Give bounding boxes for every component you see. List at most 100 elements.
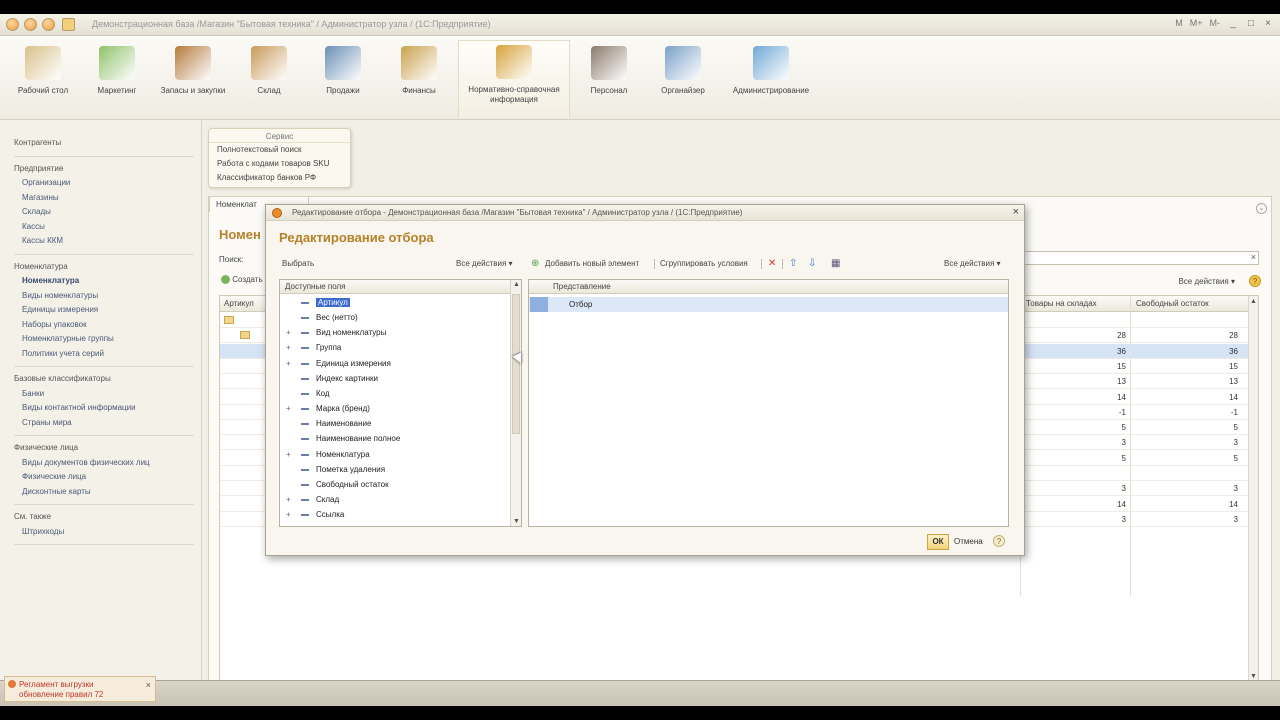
- nav-item[interactable]: Единицы измерения: [22, 305, 98, 314]
- dialog-close-icon[interactable]: ×: [1013, 206, 1019, 218]
- back-icon[interactable]: [6, 18, 19, 31]
- section-6[interactable]: Нормативно-справочная информация: [458, 40, 570, 118]
- memory-plus-button[interactable]: M+: [1190, 18, 1203, 28]
- service-item-sku-codes[interactable]: Работа с кодами товаров SKU: [209, 157, 350, 171]
- nav-item[interactable]: Физические лица: [22, 472, 86, 481]
- column-header-article[interactable]: Артикул: [224, 299, 254, 308]
- help-icon[interactable]: ?: [1249, 275, 1261, 287]
- nav-item[interactable]: Банки: [22, 389, 44, 398]
- section-4[interactable]: Продажи: [306, 42, 380, 96]
- cancel-button[interactable]: Отмена: [954, 537, 983, 546]
- expand-icon[interactable]: +: [286, 450, 291, 459]
- star-icon[interactable]: [62, 18, 75, 31]
- nav-item[interactable]: Организации: [22, 178, 70, 187]
- all-actions-right-menu[interactable]: Все действия ▾: [944, 259, 1001, 268]
- nav-item[interactable]: Виды номенклатуры: [22, 291, 98, 300]
- expand-icon[interactable]: +: [286, 343, 291, 352]
- memory-minus-button[interactable]: M-: [1210, 18, 1221, 28]
- field-label: Вид номенклатуры: [316, 328, 387, 338]
- nav-item[interactable]: Магазины: [22, 193, 59, 202]
- move-down-icon[interactable]: ⇩: [808, 258, 816, 269]
- field-item[interactable]: + Единица измерения: [280, 357, 510, 372]
- field-item[interactable]: + Группа: [280, 341, 510, 356]
- notification-close-icon[interactable]: ×: [146, 680, 151, 690]
- field-item[interactable]: Индекс картинки: [280, 372, 510, 387]
- section-2[interactable]: Запасы и закупки: [156, 42, 230, 96]
- section-3[interactable]: Склад: [232, 42, 306, 96]
- maximize-icon[interactable]: □: [1244, 18, 1258, 31]
- column-header-free-balance[interactable]: Свободный остаток: [1136, 299, 1209, 308]
- close-icon[interactable]: ×: [1261, 18, 1275, 31]
- nav-item[interactable]: Страны мира: [22, 418, 72, 427]
- expand-icon[interactable]: +: [286, 510, 291, 519]
- forward-icon[interactable]: [24, 18, 37, 31]
- field-item[interactable]: + Ссылка: [280, 508, 510, 523]
- nav-item[interactable]: Номенклатурные группы: [22, 334, 114, 343]
- clear-icon[interactable]: ×: [1251, 252, 1256, 262]
- delete-icon[interactable]: ✕: [768, 258, 776, 269]
- collapse-icon[interactable]: ⌄: [1256, 203, 1267, 214]
- notification-popup[interactable]: Регламент выгрузки обновление правил 72 …: [4, 676, 156, 702]
- select-button[interactable]: Выбрать: [282, 259, 314, 268]
- field-item[interactable]: + Марка (бренд): [280, 402, 510, 417]
- column-header-stock[interactable]: Товары на складах: [1026, 299, 1097, 308]
- field-item[interactable]: Наименование полное: [280, 432, 510, 447]
- add-element-button[interactable]: Добавить новый элемент: [545, 259, 639, 268]
- field-item[interactable]: + Склад: [280, 493, 510, 508]
- group-icon[interactable]: ▦: [831, 258, 840, 269]
- nav-item[interactable]: Виды документов физических лиц: [22, 458, 150, 467]
- nav-item[interactable]: Склады: [22, 207, 51, 216]
- filter-root-row[interactable]: Отбор: [529, 297, 1008, 312]
- field-item[interactable]: Пометка удаления: [280, 463, 510, 478]
- section-0[interactable]: Рабочий стол: [6, 42, 80, 96]
- minimize-icon[interactable]: _: [1226, 18, 1240, 31]
- sections-bar: Рабочий стол Маркетинг Запасы и закупки Скл…: [0, 36, 1280, 120]
- section-1[interactable]: Маркетинг: [80, 42, 154, 96]
- field-item[interactable]: Артикул: [280, 296, 510, 311]
- section-9[interactable]: Администрирование: [722, 42, 820, 96]
- field-item[interactable]: + Вид номенклатуры: [280, 326, 510, 341]
- scroll-up-icon[interactable]: ▲: [513, 281, 520, 288]
- fields-scrollbar[interactable]: ▲ ▼: [510, 280, 521, 526]
- nav-item[interactable]: Политики учета серий: [22, 349, 104, 358]
- nav-item[interactable]: Наборы упаковок: [22, 320, 87, 329]
- scroll-down-icon[interactable]: ▼: [1250, 673, 1257, 680]
- table-scrollbar[interactable]: ▲ ▼: [1248, 296, 1258, 682]
- notification-line-2: обновление правил 72: [19, 690, 104, 699]
- section-8[interactable]: Органайзер: [646, 42, 720, 96]
- dialog-help-icon[interactable]: ?: [993, 535, 1005, 547]
- ok-button[interactable]: ОК: [927, 534, 949, 550]
- expand-icon[interactable]: +: [286, 495, 291, 504]
- all-actions-menu[interactable]: Все действия ▾: [1178, 277, 1235, 286]
- service-item-bank-classifier[interactable]: Классификатор банков РФ: [209, 171, 350, 185]
- nav-item[interactable]: Виды контактной информации: [22, 403, 136, 412]
- service-item-fulltext-search[interactable]: Полнотекстовый поиск: [209, 143, 350, 157]
- nav-item[interactable]: Кассы: [22, 222, 45, 231]
- search-input[interactable]: ×: [1021, 251, 1259, 265]
- scroll-down-icon[interactable]: ▼: [513, 518, 520, 525]
- section-5[interactable]: Финансы: [382, 42, 456, 96]
- field-label: Индекс картинки: [316, 373, 379, 383]
- create-button[interactable]: Создать: [221, 275, 263, 285]
- field-item[interactable]: Вес (нетто): [280, 311, 510, 326]
- field-item[interactable]: Код: [280, 387, 510, 402]
- expand-icon[interactable]: +: [286, 328, 291, 337]
- section-7[interactable]: Персонал: [572, 42, 646, 96]
- scroll-up-icon[interactable]: ▲: [1250, 298, 1257, 305]
- nav-item[interactable]: Номенклатура: [22, 276, 79, 285]
- group-conditions-button[interactable]: Сгруппировать условия: [660, 259, 748, 268]
- memory-button[interactable]: M: [1175, 18, 1183, 28]
- nav-item[interactable]: Штрихкоды: [22, 527, 64, 536]
- field-item[interactable]: + Номенклатура: [280, 448, 510, 463]
- move-up-icon[interactable]: ⇧: [789, 258, 797, 269]
- home-icon[interactable]: [42, 18, 55, 31]
- expand-icon[interactable]: +: [286, 404, 291, 413]
- field-item[interactable]: Свободный остаток: [280, 478, 510, 493]
- nav-item[interactable]: Кассы ККМ: [22, 236, 63, 245]
- all-actions-left-menu[interactable]: Все действия ▾: [456, 259, 513, 268]
- section-icon: [175, 46, 211, 80]
- nav-item[interactable]: Дисконтные карты: [22, 487, 91, 496]
- expand-icon[interactable]: +: [286, 359, 291, 368]
- field-item[interactable]: Наименование: [280, 417, 510, 432]
- cell-stock: 14: [1117, 392, 1126, 402]
